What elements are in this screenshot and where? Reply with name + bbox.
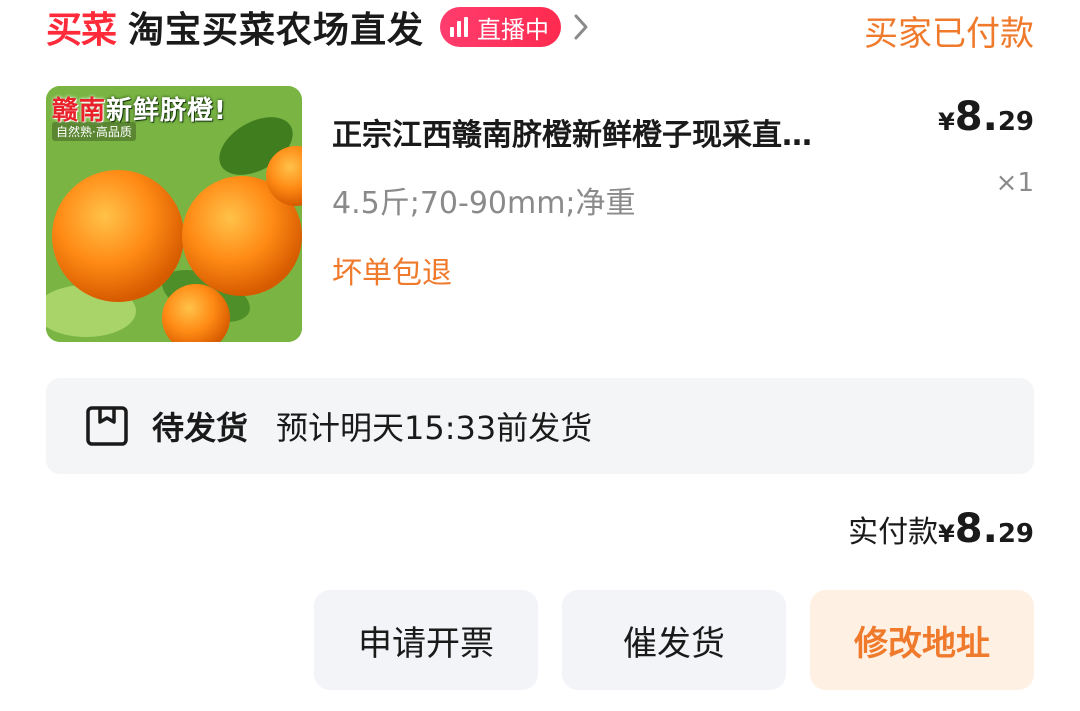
- paid-decimal: 29: [997, 519, 1034, 549]
- product-spec: 4.5斤;70-90mm;净重: [332, 186, 636, 221]
- brand-badge: 买菜: [46, 10, 117, 51]
- price-integer: 8.: [954, 94, 998, 140]
- product-price: ¥8.29: [938, 94, 1034, 140]
- order-actions: 申请开票 催发货 修改地址: [290, 590, 1034, 690]
- product-title[interactable]: 正宗江西赣南脐橙新鲜橙子现采直…: [332, 110, 932, 154]
- live-bars-icon: [450, 17, 471, 37]
- product-image-subbanner: 自然熟·高品质: [52, 122, 136, 141]
- price-decimal: 29: [997, 107, 1034, 137]
- shipping-state: 待发货: [152, 409, 249, 447]
- product-quantity: ×1: [995, 168, 1034, 198]
- shop-name[interactable]: 淘宝买菜农场直发: [128, 1, 424, 53]
- paid-integer: 8.: [954, 506, 998, 552]
- paid-currency: ¥: [938, 520, 955, 548]
- urge-shipment-button[interactable]: 催发货: [562, 590, 786, 690]
- shipping-status-bar[interactable]: 待发货 预计明天15:33前发货: [46, 378, 1034, 474]
- edit-address-button[interactable]: 修改地址: [810, 590, 1034, 690]
- paid-amount: 实付款¥8.29: [848, 506, 1034, 552]
- product-image[interactable]: 赣南新鲜脐橙! 自然熟·高品质: [46, 86, 302, 342]
- apply-invoice-button[interactable]: 申请开票: [314, 590, 538, 690]
- product-item[interactable]: 赣南新鲜脐橙! 自然熟·高品质 正宗江西赣南脐橙新鲜橙子现采直… 4.5斤;70…: [46, 86, 1034, 344]
- shipping-eta: 预计明天15:33前发货: [276, 409, 593, 447]
- order-status: 买家已付款: [864, 14, 1034, 54]
- paid-label: 实付款: [848, 515, 939, 550]
- order-card: 买菜 淘宝买菜农场直发 直播中 买家已付款 赣南新鲜脐橙! 自然熟·高品质 正宗…: [0, 0, 1080, 711]
- live-badge[interactable]: 直播中: [440, 7, 562, 47]
- package-box-icon: [84, 403, 130, 449]
- price-currency: ¥: [938, 108, 955, 136]
- service-promise: 坏单包退: [332, 256, 452, 291]
- chevron-right-icon[interactable]: [571, 10, 591, 44]
- live-badge-label: 直播中: [477, 15, 550, 44]
